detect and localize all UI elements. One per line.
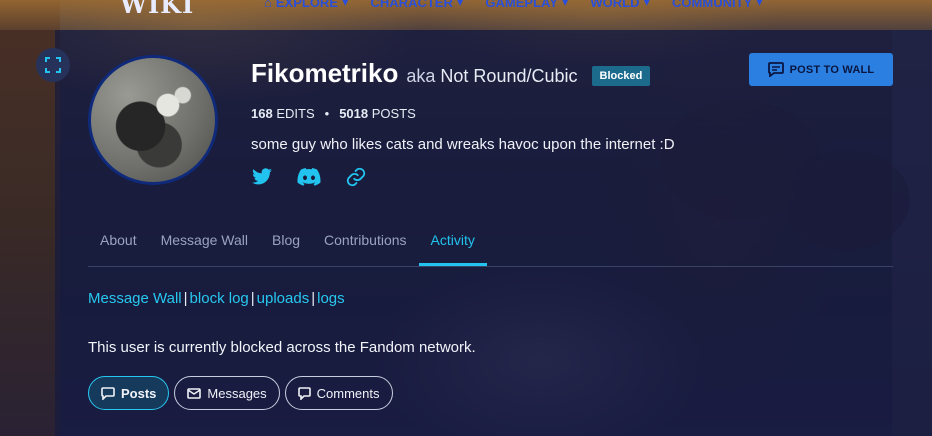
tab-about[interactable]: About	[100, 232, 149, 262]
nav-label: GAMEPLAY	[485, 0, 558, 10]
link-icon[interactable]	[345, 166, 367, 188]
nav-item-character[interactable]: CHARACTER ▾	[371, 0, 464, 10]
profile-bio: some guy who likes cats and wreaks havoc…	[251, 136, 675, 153]
edits-stat[interactable]: 168 EDITS	[251, 106, 315, 121]
comment-icon	[297, 386, 311, 400]
post-to-wall-label: POST TO WALL	[789, 63, 875, 76]
chevron-down-icon: ▾	[456, 0, 464, 9]
filter-comments[interactable]: Comments	[284, 376, 393, 410]
aka-name: Not Round/Cubic	[440, 66, 578, 86]
filter-messages[interactable]: Messages	[174, 376, 280, 410]
link-message-wall[interactable]: Message Wall	[88, 290, 182, 307]
activity-filters: Posts Messages Comments	[88, 376, 393, 410]
tab-message-wall[interactable]: Message Wall	[149, 232, 260, 262]
filter-label: Posts	[121, 385, 157, 401]
posts-label: POSTS	[371, 106, 416, 121]
message-icon	[767, 62, 784, 77]
link-separator: |	[183, 290, 188, 307]
link-logs[interactable]: logs	[317, 290, 345, 307]
nav-item-world[interactable]: WORLD ▾	[590, 0, 650, 10]
nav-label: WORLD	[590, 0, 640, 10]
discord-icon[interactable]	[297, 168, 321, 186]
nav-item-community[interactable]: COMMUNITY ▾	[672, 0, 763, 10]
filter-label: Messages	[207, 385, 267, 401]
link-block-log[interactable]: block log	[190, 290, 249, 307]
chevron-down-icon: ▾	[643, 0, 651, 9]
post-to-wall-button[interactable]: POST TO WALL	[749, 53, 893, 86]
social-links	[251, 166, 367, 188]
home-icon: ⌂	[264, 0, 272, 10]
speech-bubble-icon	[101, 386, 115, 400]
nav-item-gameplay[interactable]: GAMEPLAY ▾	[485, 0, 568, 10]
filter-label: Comments	[316, 385, 380, 401]
twitter-icon[interactable]	[251, 168, 273, 186]
chevron-down-icon: ▾	[756, 0, 763, 9]
top-navigation: WIKI ⌂ EXPLORE ▾ CHARACTER ▾ GAMEPLAY ▾ …	[0, 0, 932, 30]
link-uploads[interactable]: uploads	[257, 290, 310, 307]
tabs-divider	[88, 266, 893, 267]
nav-label: EXPLORE	[275, 0, 338, 10]
tab-contributions[interactable]: Contributions	[312, 232, 419, 262]
edits-count: 168	[251, 106, 273, 121]
filter-posts[interactable]: Posts	[88, 376, 170, 410]
wiki-logo[interactable]: WIKI	[120, 0, 194, 19]
link-separator: |	[250, 290, 255, 307]
expand-button[interactable]	[36, 48, 70, 82]
status-badge: Blocked	[591, 66, 651, 86]
profile-stats: 168 EDITS • 5018 POSTS	[251, 106, 416, 121]
activity-links: Message Wall | block log | uploads | logs	[88, 290, 345, 307]
chevron-down-icon: ▾	[561, 0, 569, 9]
tab-blog[interactable]: Blog	[260, 232, 312, 262]
tab-activity[interactable]: Activity	[418, 232, 488, 266]
posts-stat[interactable]: 5018 POSTS	[339, 106, 416, 121]
nav-menu: ⌂ EXPLORE ▾ CHARACTER ▾ GAMEPLAY ▾ WORLD…	[264, 0, 763, 10]
nav-item-explore[interactable]: ⌂ EXPLORE ▾	[264, 0, 349, 10]
nav-label: CHARACTER	[370, 0, 453, 10]
aka-prefix: aka	[406, 66, 436, 86]
aka-text: aka Not Round/Cubic	[406, 66, 577, 87]
expand-icon	[45, 57, 61, 73]
envelope-icon	[187, 387, 202, 399]
blocked-message: This user is currently blocked across th…	[88, 339, 476, 356]
stats-separator: •	[324, 106, 330, 121]
nav-label: COMMUNITY	[672, 0, 753, 10]
username-row: Fikometriko aka Not Round/Cubic Blocked	[251, 58, 651, 89]
link-separator: |	[311, 290, 316, 307]
avatar[interactable]	[88, 55, 218, 185]
posts-count: 5018	[339, 106, 369, 121]
edits-label: EDITS	[276, 106, 315, 121]
chevron-down-icon: ▾	[341, 0, 349, 9]
profile-tabs: About Message Wall Blog Contributions Ac…	[100, 232, 488, 266]
username: Fikometriko	[251, 58, 399, 88]
